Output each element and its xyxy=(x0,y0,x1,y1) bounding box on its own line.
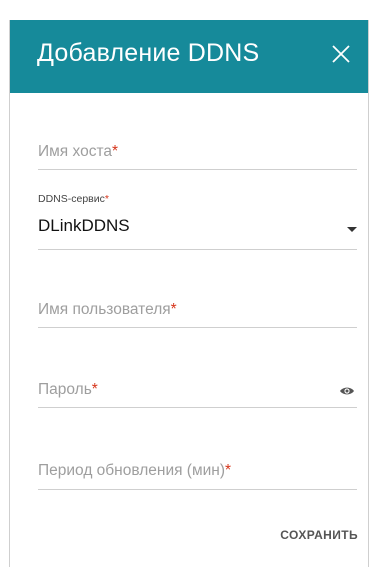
username-underline xyxy=(38,327,357,328)
update-period-field[interactable]: Период обновления (мин)* xyxy=(38,457,357,490)
eye-icon[interactable] xyxy=(339,385,355,397)
ddns-service-underline xyxy=(38,249,357,250)
required-mark: * xyxy=(112,143,119,160)
required-mark: * xyxy=(91,381,98,398)
required-mark: * xyxy=(225,462,232,479)
dialog-title: Добавление DDNS xyxy=(37,39,260,67)
hostname-field[interactable]: Имя хоста* xyxy=(38,138,357,170)
required-mark: * xyxy=(104,193,109,205)
hostname-placeholder: Имя хоста* xyxy=(38,143,119,160)
password-field[interactable]: Пароль* xyxy=(38,376,357,408)
update-period-underline xyxy=(38,489,357,490)
add-ddns-dialog: Добавление DDNS Имя хоста* DDNS-сервис* … xyxy=(9,20,369,567)
password-underline xyxy=(38,407,357,408)
username-placeholder: Имя пользователя* xyxy=(38,301,177,318)
update-period-placeholder: Период обновления (мин)* xyxy=(38,462,232,479)
hostname-underline xyxy=(38,169,357,170)
password-placeholder: Пароль* xyxy=(38,381,98,398)
save-button[interactable]: СОХРАНИТЬ xyxy=(280,528,358,542)
ddns-service-label: DDNS-сервис* xyxy=(38,193,109,205)
dialog-header: Добавление DDNS xyxy=(10,20,368,93)
ddns-service-value: DLinkDDNS xyxy=(38,216,130,235)
ddns-service-select[interactable]: DDNS-сервис* DLinkDDNS xyxy=(38,193,357,251)
close-icon[interactable] xyxy=(328,41,354,67)
chevron-down-icon[interactable] xyxy=(347,227,357,232)
required-mark: * xyxy=(170,301,177,318)
username-field[interactable]: Имя пользователя* xyxy=(38,296,357,328)
